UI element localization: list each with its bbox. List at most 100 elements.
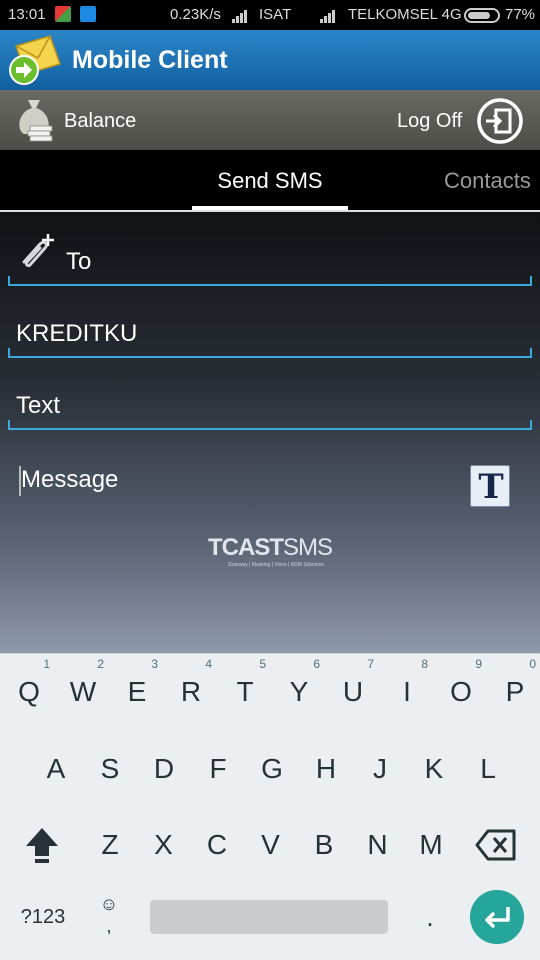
key-hint: 1 <box>43 657 50 671</box>
operator-name-1: ISAT <box>259 6 292 23</box>
key-label: Q <box>18 676 40 707</box>
key-label: Y <box>289 676 309 707</box>
key-n[interactable]: N <box>351 815 405 875</box>
key-label: J <box>373 753 387 784</box>
app-header: Mobile Client <box>0 30 540 90</box>
key-label: W <box>69 676 97 707</box>
text-format-icon[interactable]: T <box>470 465 510 507</box>
text-format-glyph: T <box>478 467 504 507</box>
key-z[interactable]: Z <box>83 815 137 875</box>
emoji-icon: ☺ <box>99 894 119 914</box>
log-off-icon[interactable] <box>476 97 524 145</box>
key-k[interactable]: K <box>407 739 461 799</box>
status-bar: 13:01 0.23K/s ISAT TELKOMSEL 4G 77% <box>0 0 540 30</box>
key-d[interactable]: D <box>137 739 191 799</box>
key-hint: 2 <box>97 657 104 671</box>
sender-id-underline <box>8 348 532 358</box>
key-label: V <box>261 829 280 860</box>
key-hint: 5 <box>259 657 266 671</box>
signal-strength-icon <box>320 9 340 23</box>
period-key[interactable]: . <box>420 897 440 937</box>
key-label: X <box>154 829 173 860</box>
key-label: D <box>153 753 175 784</box>
message-type-underline <box>8 420 532 430</box>
key-h[interactable]: H <box>299 739 353 799</box>
network-speed: 0.23K/s <box>170 6 221 23</box>
brand-name: TCASTSMS <box>208 534 333 561</box>
comma-label: , <box>106 916 112 936</box>
key-hint: 8 <box>421 657 428 671</box>
key-label: E <box>127 676 147 707</box>
message-type-select[interactable]: Text <box>16 392 60 420</box>
key-a[interactable]: A <box>29 739 83 799</box>
key-label: L <box>480 753 496 784</box>
key-m[interactable]: M <box>404 815 458 875</box>
key-hint: 4 <box>205 657 212 671</box>
key-q[interactable]: Q1 <box>2 657 56 722</box>
battery-percent: 77% <box>505 6 536 23</box>
key-g[interactable]: G <box>245 739 299 799</box>
key-t[interactable]: T5 <box>218 657 272 722</box>
key-label: T <box>236 676 254 707</box>
emoji-comma-key[interactable]: ☺, <box>94 893 124 939</box>
key-label: K <box>424 753 444 784</box>
balance-button[interactable]: Balance <box>64 110 136 133</box>
key-v[interactable]: V <box>244 815 298 875</box>
key-label: B <box>314 829 334 860</box>
key-j[interactable]: J <box>353 739 407 799</box>
key-label: U <box>342 676 364 707</box>
message-input[interactable]: Message <box>21 466 118 494</box>
key-label: Z <box>101 829 119 860</box>
mail-arrow-logo-icon <box>9 35 61 85</box>
key-c[interactable]: C <box>190 815 244 875</box>
key-label: C <box>206 829 228 860</box>
key-label: M <box>419 829 443 860</box>
key-f[interactable]: F <box>191 739 245 799</box>
log-off-button[interactable]: Log Off <box>397 110 462 133</box>
symbols-key[interactable]: ?123 <box>10 897 76 937</box>
recipient-input[interactable]: To <box>66 248 91 276</box>
key-label: H <box>315 753 337 784</box>
enter-key-icon[interactable] <box>470 890 524 944</box>
key-s[interactable]: S <box>83 739 137 799</box>
key-p[interactable]: P0 <box>488 657 540 722</box>
tcast-sms-logo: TCASTSMS Gateway | Masking | Voice | M2M… <box>208 534 340 574</box>
signal-strength-icon <box>232 9 252 23</box>
key-x[interactable]: X <box>137 815 191 875</box>
key-label: N <box>367 829 388 860</box>
key-u[interactable]: U7 <box>326 657 380 722</box>
key-w[interactable]: W2 <box>56 657 110 722</box>
tab-send-sms[interactable]: Send SMS <box>192 150 348 212</box>
tab-bar: Send SMS Contacts <box>0 150 540 212</box>
key-e[interactable]: E3 <box>110 657 164 722</box>
key-o[interactable]: O9 <box>434 657 488 722</box>
notification-app-icon <box>55 6 71 22</box>
paperclip-add-icon[interactable] <box>14 232 58 272</box>
operator-name-2: TELKOMSEL 4G <box>348 6 462 23</box>
key-r[interactable]: R4 <box>164 657 218 722</box>
key-label: A <box>46 753 66 784</box>
sender-id-input[interactable]: KREDITKU <box>16 320 137 348</box>
key-hint: 0 <box>529 657 536 671</box>
key-label: S <box>100 753 120 784</box>
key-label: G <box>261 753 283 784</box>
tab-contacts[interactable]: Contacts <box>444 150 531 212</box>
key-b[interactable]: B <box>297 815 351 875</box>
money-bag-icon[interactable] <box>12 96 56 144</box>
twitter-notification-icon <box>80 6 96 22</box>
key-label: R <box>180 676 202 707</box>
key-label: O <box>450 676 472 707</box>
key-hint: 9 <box>475 657 482 671</box>
key-hint: 6 <box>313 657 320 671</box>
key-hint: 3 <box>151 657 158 671</box>
shift-key-icon[interactable] <box>22 824 62 866</box>
key-label: I <box>403 676 411 707</box>
recipient-input-underline <box>8 276 532 286</box>
key-l[interactable]: L <box>461 739 515 799</box>
status-time: 13:01 <box>8 6 46 23</box>
key-y[interactable]: Y6 <box>272 657 326 722</box>
space-bar[interactable] <box>150 900 388 934</box>
account-bar: Balance Log Off <box>0 90 540 150</box>
key-i[interactable]: I8 <box>380 657 434 722</box>
backspace-key-icon[interactable] <box>474 828 518 862</box>
